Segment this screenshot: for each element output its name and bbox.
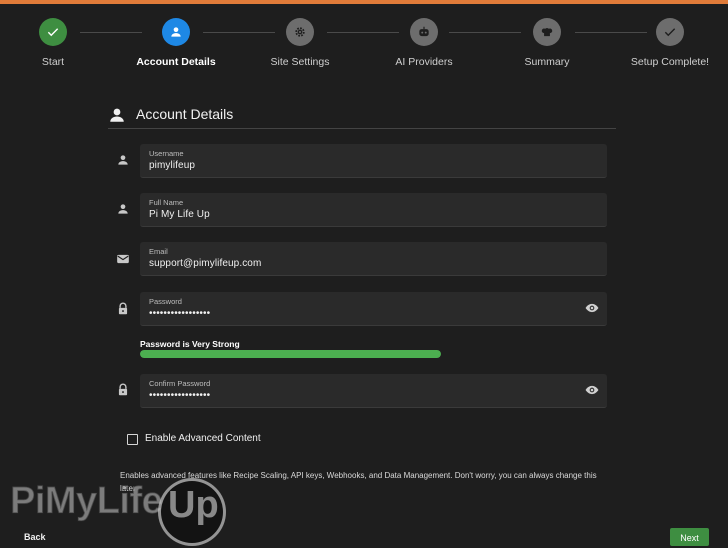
password-value[interactable]: ••••••••••••••••• bbox=[149, 308, 210, 319]
step-account-details[interactable]: Account Details bbox=[121, 18, 231, 68]
back-button[interactable]: Back bbox=[14, 530, 56, 544]
check-icon bbox=[656, 18, 684, 46]
password-strength-fill bbox=[140, 350, 441, 358]
step-label: Site Settings bbox=[270, 56, 330, 68]
confirm-password-field[interactable]: Confirm Password ••••••••••••••••• bbox=[140, 374, 607, 408]
step-ai-providers[interactable]: AI Providers bbox=[369, 18, 479, 68]
step-summary[interactable]: Summary bbox=[492, 18, 602, 68]
chef-hat-icon bbox=[533, 18, 561, 46]
next-button[interactable]: Next bbox=[670, 528, 709, 546]
step-label: Summary bbox=[524, 56, 570, 68]
person-icon bbox=[110, 108, 124, 122]
full-name-field[interactable]: Full Name Pi My Life Up bbox=[140, 193, 607, 227]
step-label: Setup Complete! bbox=[630, 56, 710, 68]
step-site-settings[interactable]: Site Settings bbox=[245, 18, 355, 68]
gear-icon bbox=[286, 18, 314, 46]
section-header: Account Details bbox=[108, 104, 616, 128]
username-field[interactable]: Username pimylifeup bbox=[140, 144, 607, 178]
advanced-content-label[interactable]: Enable Advanced Content bbox=[145, 433, 261, 444]
eye-icon[interactable] bbox=[585, 301, 599, 315]
email-label: Email bbox=[149, 247, 168, 256]
email-value[interactable]: support@pimylifeup.com bbox=[149, 258, 261, 269]
robot-icon bbox=[410, 18, 438, 46]
step-label: Account Details bbox=[136, 56, 216, 68]
step-start[interactable]: Start bbox=[0, 18, 108, 68]
full-name-label: Full Name bbox=[149, 198, 184, 207]
check-icon bbox=[39, 18, 67, 46]
watermark-text: PiMyLife bbox=[9, 479, 163, 523]
advanced-content-checkbox[interactable] bbox=[127, 434, 138, 445]
full-name-value[interactable]: Pi My Life Up bbox=[149, 209, 210, 220]
envelope-icon bbox=[117, 254, 129, 264]
password-strength-label: Password is Very Strong bbox=[140, 339, 240, 349]
person-icon bbox=[118, 155, 128, 165]
person-icon bbox=[118, 204, 128, 214]
section-title: Account Details bbox=[136, 106, 234, 122]
lock-icon bbox=[118, 302, 128, 315]
lock-icon bbox=[118, 383, 128, 396]
confirm-password-value[interactable]: ••••••••••••••••• bbox=[149, 390, 210, 401]
section-divider bbox=[108, 128, 616, 129]
password-field[interactable]: Password ••••••••••••••••• bbox=[140, 292, 607, 326]
step-label: Start bbox=[41, 56, 65, 68]
password-label: Password bbox=[149, 297, 182, 306]
username-label: Username bbox=[149, 149, 184, 158]
setup-stepper: Start Account Details Site Settings AI P… bbox=[0, 4, 728, 82]
watermark-badge-text: Up bbox=[168, 484, 219, 526]
step-setup-complete[interactable]: Setup Complete! bbox=[615, 18, 725, 68]
password-strength-bar bbox=[140, 350, 441, 358]
confirm-password-label: Confirm Password bbox=[149, 379, 211, 388]
step-label: AI Providers bbox=[395, 56, 453, 68]
eye-icon[interactable] bbox=[585, 383, 599, 397]
email-field[interactable]: Email support@pimylifeup.com bbox=[140, 242, 607, 276]
username-value[interactable]: pimylifeup bbox=[149, 160, 195, 171]
watermark-logo: PiMyLife Up bbox=[9, 478, 230, 546]
person-icon bbox=[162, 18, 190, 46]
